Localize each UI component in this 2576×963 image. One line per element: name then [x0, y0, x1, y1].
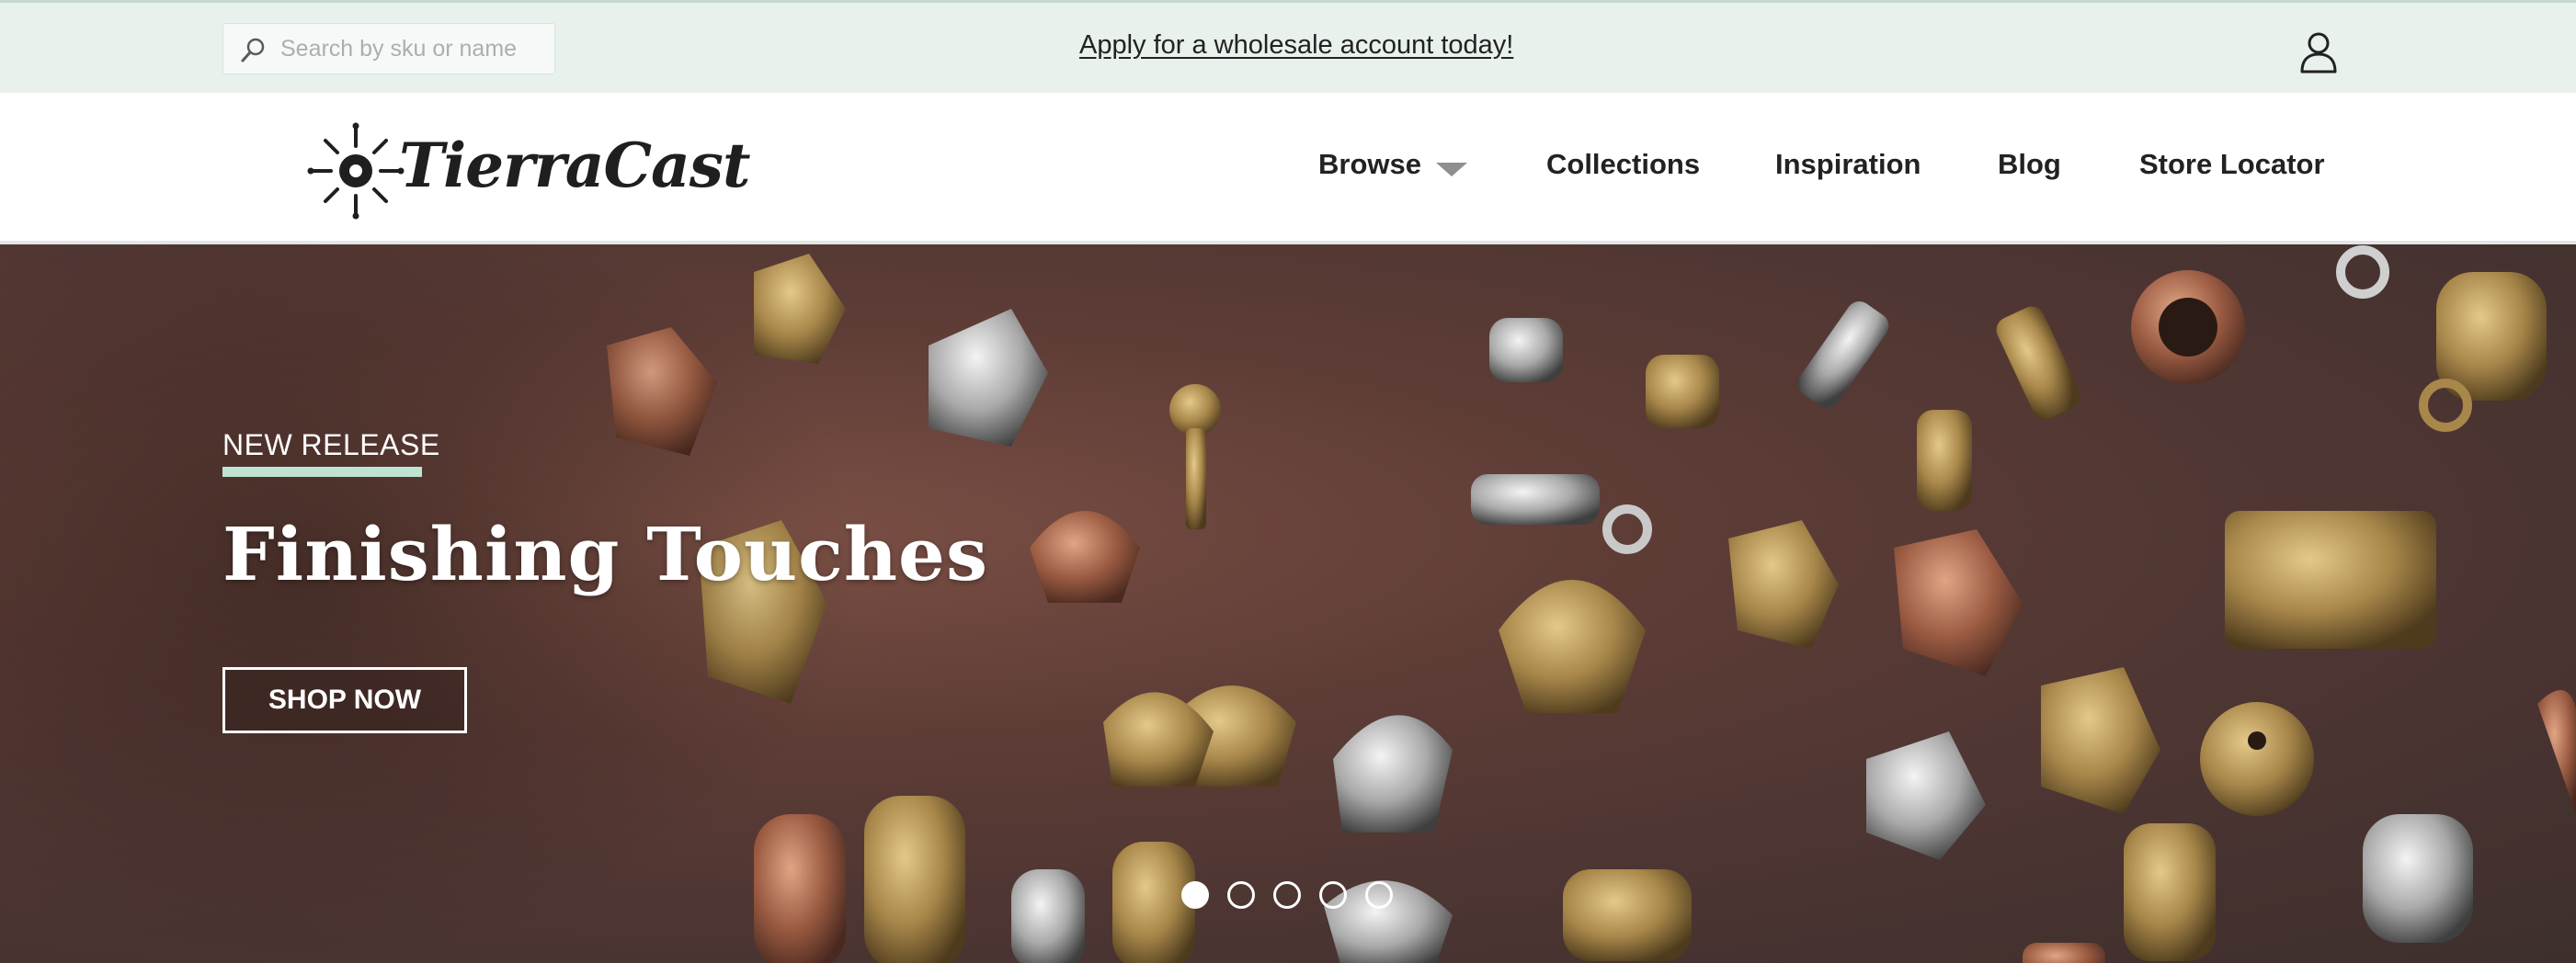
user-icon[interactable] [2298, 30, 2339, 74]
brand-wordmark: TierraCast [399, 130, 750, 201]
nav-browse[interactable]: Browse [1318, 148, 1421, 181]
tierracast-logo[interactable]: TierraCast [305, 120, 750, 221]
search-box[interactable] [222, 23, 555, 74]
hero-banner: NEW RELEASE Finishing Touches SHOP NOW [0, 244, 2576, 963]
sun-logo-icon [307, 122, 405, 220]
nav-inspiration[interactable]: Inspiration [1775, 148, 1921, 181]
search-input[interactable] [280, 24, 547, 74]
carousel-dot-4[interactable] [1319, 881, 1347, 909]
hero-headline: Finishing Touches [222, 511, 988, 597]
carousel-dot-1[interactable] [1181, 881, 1209, 909]
hero-background-image [0, 244, 2576, 963]
carousel-dot-3[interactable] [1273, 881, 1301, 909]
utility-bar: Apply for a wholesale account today! [0, 0, 2576, 93]
eyebrow-underline [222, 467, 422, 477]
shop-now-button[interactable]: SHOP NOW [222, 667, 467, 733]
wholesale-account-link[interactable]: Apply for a wholesale account today! [1079, 30, 1513, 61]
nav-blog[interactable]: Blog [1998, 148, 2061, 181]
carousel-dot-2[interactable] [1227, 881, 1255, 909]
search-icon [241, 38, 265, 62]
carousel-dot-5[interactable] [1365, 881, 1393, 909]
main-navigation: TierraCast Browse Collections Inspiratio… [0, 93, 2576, 244]
nav-collections[interactable]: Collections [1546, 148, 1700, 181]
nav-store-locator[interactable]: Store Locator [2139, 148, 2325, 181]
chevron-down-icon[interactable] [1436, 163, 1467, 176]
hero-eyebrow: NEW RELEASE [222, 428, 440, 461]
